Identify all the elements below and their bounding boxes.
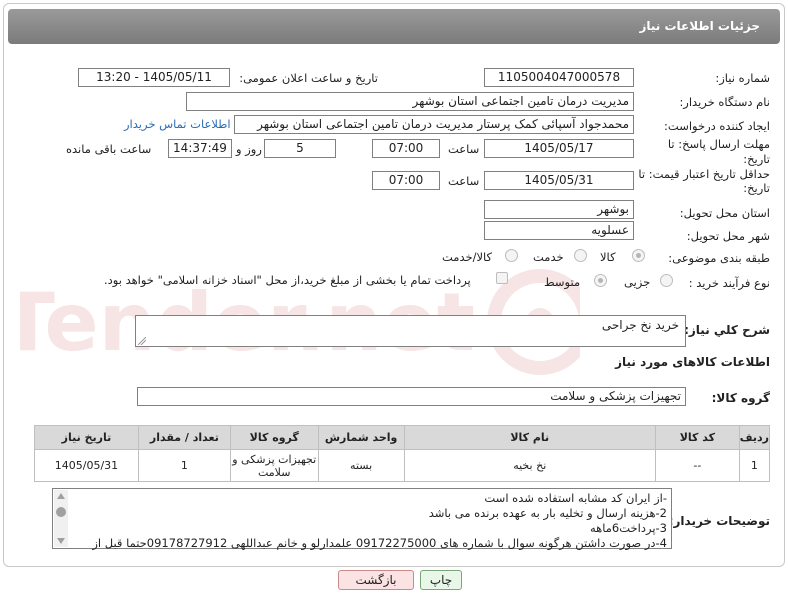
deadline-time-field: 07:00 xyxy=(372,139,440,158)
buyer-org-label: نام دستگاه خریدار: xyxy=(679,95,770,109)
deadline-days-field: 5 xyxy=(264,139,336,158)
buyer-org-field: مدیریت درمان تامین اجتماعی استان بوشهر xyxy=(186,92,634,111)
buyer-contact-link[interactable]: اطلاعات تماس خریدار xyxy=(124,117,231,131)
goods-info-heading: اطلاعات کالاهای مورد نیاز xyxy=(615,355,770,369)
general-desc-text: خرید نخ جراحی xyxy=(601,318,679,332)
deadline-label: مهلت ارسال پاسخ: تا تاریخ: xyxy=(667,137,770,166)
col-goods-code: کد کالا xyxy=(654,425,740,450)
goods-table: ردیف کد کالا نام کالا واحد شمارش گروه کا… xyxy=(34,425,771,482)
validity-time-label: ساعت xyxy=(448,174,480,188)
validity-date-field: 1405/05/31 xyxy=(484,171,634,190)
resize-grip-icon[interactable] xyxy=(138,337,146,345)
deadline-time-label: ساعت xyxy=(448,142,480,156)
col-need-date: تاریخ نیاز xyxy=(34,425,139,450)
city-label: شهر محل تحویل: xyxy=(686,229,770,243)
process-minor-label: جزیی xyxy=(624,275,651,289)
category-radio-goods-service[interactable] xyxy=(505,249,518,262)
price-validity-label: حداقل تاریخ اعتبار قیمت: تا تاریخ: xyxy=(638,167,770,195)
cell-need-date: 1405/05/31 xyxy=(34,449,139,482)
province-label: استان محل تحویل: xyxy=(679,206,770,220)
buyer-notes-text: -از ایران کد مشابه استفاده شده است 2-هزی… xyxy=(71,491,667,551)
cell-row-number: 1 xyxy=(738,449,771,482)
cell-goods-name: نخ بخیه xyxy=(403,449,656,482)
days-and-label: روز و xyxy=(236,142,262,156)
deadline-date-field: 1405/05/17 xyxy=(484,139,634,158)
cell-goods-group: تجهیزات پزشکی و سلامت xyxy=(229,449,319,482)
remaining-label: ساعت باقی مانده xyxy=(66,142,152,156)
treasury-payment-checkbox[interactable] xyxy=(496,272,508,284)
process-medium-label: متوسط xyxy=(544,275,581,289)
col-unit: واحد شمارش xyxy=(317,425,405,450)
goods-group-field: تجهیزات پزشکی و سلامت xyxy=(137,387,686,406)
category-service-label: خدمت xyxy=(533,250,564,264)
scroll-down-icon[interactable] xyxy=(57,538,65,544)
announce-datetime-label: تاریخ و ساعت اعلان عمومی: xyxy=(239,71,378,85)
cell-quantity: 1 xyxy=(137,449,231,482)
note-line: 3-پرداخت6ماهه xyxy=(590,521,667,535)
category-goods-label: کالا xyxy=(600,250,616,264)
need-number-field: 1105004047000578 xyxy=(484,68,634,87)
col-goods-group: گروه کالا xyxy=(229,425,319,450)
col-goods-name: نام کالا xyxy=(403,425,656,450)
requester-label: ایجاد کننده درخواست: xyxy=(664,119,770,133)
general-desc-textarea[interactable]: خرید نخ جراحی xyxy=(135,315,686,347)
process-type-label: نوع فرآیند خرید : xyxy=(688,276,770,290)
back-button[interactable]: بازگشت xyxy=(338,570,414,590)
note-line: 4-در صورت داشتن هرگونه سوال با شماره های… xyxy=(92,536,667,550)
general-desc-label: شرح کلي نياز: xyxy=(684,323,770,337)
process-radio-minor[interactable] xyxy=(660,274,673,287)
print-button[interactable]: چاپ xyxy=(420,570,462,590)
requester-field: محمدجواد آسپائی کمک پرستار مدیریت درمان … xyxy=(234,115,634,134)
scroll-thumb[interactable] xyxy=(56,507,66,517)
table-header-row: ردیف کد کالا نام کالا واحد شمارش گروه کا… xyxy=(34,425,771,450)
validity-time-field: 07:00 xyxy=(372,171,440,190)
city-field: عسلویه xyxy=(484,221,634,240)
category-label: طبقه بندی موضوعی: xyxy=(668,251,770,265)
cell-unit: بسته xyxy=(317,449,405,482)
need-number-label: شماره نیاز: xyxy=(715,71,770,85)
col-row-number: ردیف xyxy=(738,425,771,450)
category-radio-service[interactable] xyxy=(574,249,587,262)
buyer-notes-label: توضیحات خریدار: xyxy=(668,514,770,528)
buyer-notes-textarea[interactable]: -از ایران کد مشابه استفاده شده است 2-هزی… xyxy=(52,488,672,551)
cell-goods-code: -- xyxy=(654,449,740,482)
remaining-time-field: 14:37:49 xyxy=(168,139,232,158)
notes-scrollbar[interactable] xyxy=(54,490,68,547)
category-radio-goods[interactable] xyxy=(632,249,645,262)
note-line: 2-هزینه ارسال و تخلیه بار به عهده برنده … xyxy=(428,506,667,520)
process-radio-medium[interactable] xyxy=(594,274,607,287)
panel-header: جزئیات اطلاعات نیاز xyxy=(8,9,780,44)
table-row: 1 -- نخ بخیه بسته تجهیزات پزشکی و سلامت … xyxy=(34,449,771,482)
goods-group-label: گروه کالا: xyxy=(711,391,770,405)
announce-datetime-field: 1405/05/11 - 13:20 xyxy=(78,68,230,87)
treasury-payment-note: پرداخت تمام یا بخشی از مبلغ خرید،از محل … xyxy=(104,273,471,287)
province-field: بوشهر xyxy=(484,200,634,219)
category-goods-service-label: کالا/خدمت xyxy=(442,250,493,264)
note-line: -از ایران کد مشابه استفاده شده است xyxy=(484,491,667,505)
scroll-up-icon[interactable] xyxy=(57,493,65,499)
page-title: جزئیات اطلاعات نیاز xyxy=(639,19,760,33)
col-quantity: تعداد / مقدار xyxy=(137,425,231,450)
